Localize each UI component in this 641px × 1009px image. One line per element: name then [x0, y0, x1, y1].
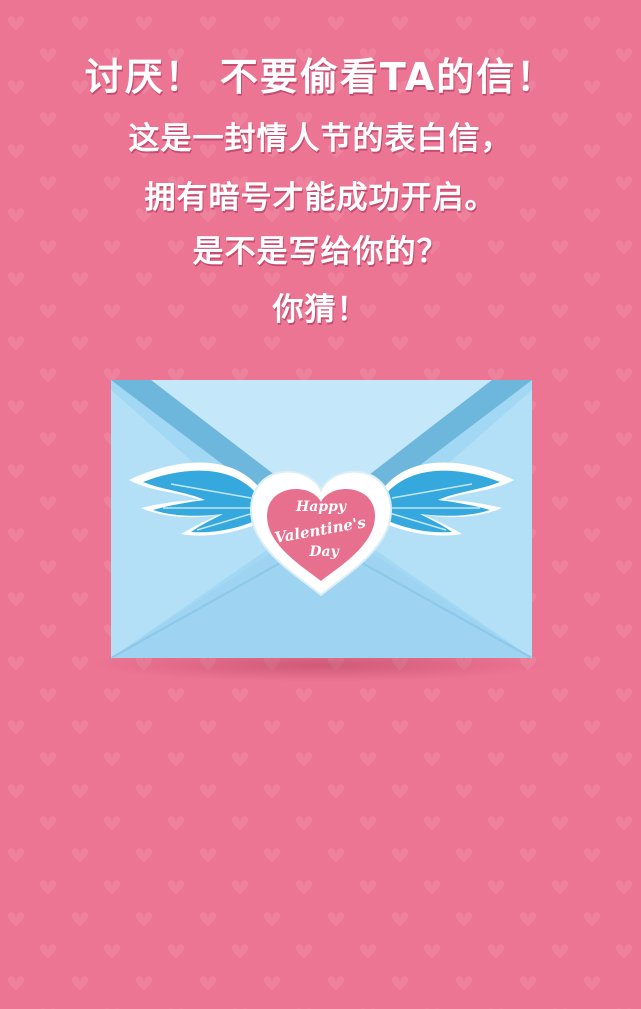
- page-title: 讨厌！ 不要偷看TA的信！: [84, 55, 557, 99]
- message-line-2: 拥有暗号才能成功开启。: [144, 180, 497, 216]
- envelope[interactable]: Happy Valentine's Day: [111, 380, 532, 660]
- page: 讨厌！ 不要偷看TA的信！ 这是一封情人节的表白信， 拥有暗号才能成功开启。 是…: [0, 0, 641, 1009]
- message-line-1: 这是一封情人节的表白信，: [128, 121, 513, 157]
- seal-text-day: Day: [308, 544, 339, 560]
- seal-text-happy: Happy: [295, 499, 347, 515]
- envelope-illustration[interactable]: Happy Valentine's Day: [111, 380, 532, 660]
- message-line-3: 是不是写给你的？: [192, 234, 449, 270]
- message-line-4: 你猜！: [272, 292, 369, 328]
